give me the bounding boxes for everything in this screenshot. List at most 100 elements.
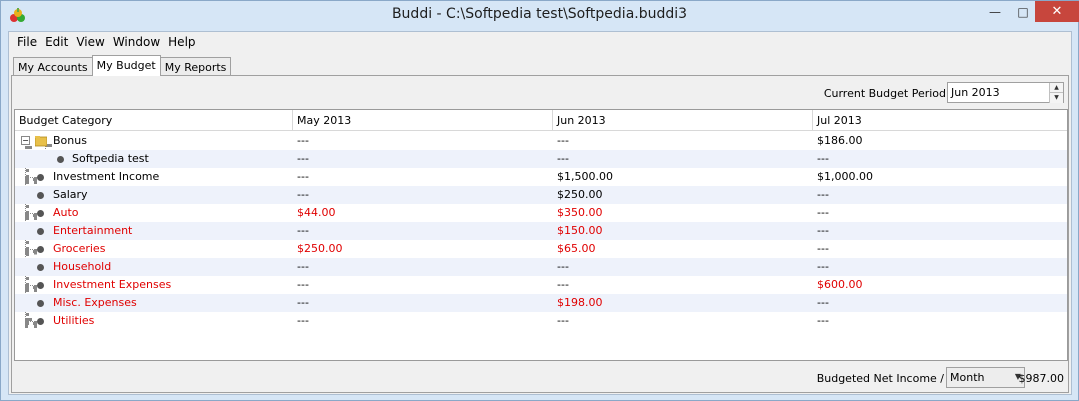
- budget-amount-cell[interactable]: ---: [297, 224, 309, 237]
- net-income-period-value[interactable]: Month: [950, 371, 984, 384]
- menu-help[interactable]: Help: [164, 35, 199, 49]
- menu-edit[interactable]: Edit: [41, 35, 72, 49]
- budget-amount-cell[interactable]: $186.00: [817, 134, 863, 147]
- table-row[interactable]: Auto $44.00 $350.00 ---: [15, 204, 1067, 222]
- menu-view[interactable]: View: [72, 35, 108, 49]
- spin-up-icon[interactable]: ▲: [1049, 83, 1063, 93]
- table-row[interactable]: Salary --- $250.00 ---: [15, 186, 1067, 204]
- budget-amount-cell[interactable]: ---: [817, 152, 829, 165]
- budget-amount-cell[interactable]: ---: [297, 170, 309, 183]
- category-name[interactable]: Investment Income: [53, 170, 159, 183]
- category-name[interactable]: Utilities: [53, 314, 94, 327]
- category-bullet-icon: [57, 156, 64, 163]
- category-name[interactable]: Misc. Expenses: [53, 296, 137, 309]
- category-name[interactable]: Entertainment: [53, 224, 132, 237]
- budget-amount-cell[interactable]: $600.00: [817, 278, 863, 291]
- budget-amount-cell[interactable]: ---: [557, 260, 569, 273]
- budget-amount-cell[interactable]: ---: [557, 134, 569, 147]
- budget-amount-cell[interactable]: ---: [297, 260, 309, 273]
- budget-period-spinner[interactable]: Jun 2013 ▲ ▼: [947, 82, 1064, 103]
- budget-amount-cell[interactable]: ---: [817, 314, 829, 327]
- category-name[interactable]: Salary: [53, 188, 88, 201]
- budget-amount-cell[interactable]: $65.00: [557, 242, 596, 255]
- budget-period-label: Current Budget Period: [823, 87, 946, 100]
- budget-amount-cell[interactable]: ---: [817, 206, 829, 219]
- category-bullet-icon: [37, 174, 44, 181]
- category-name[interactable]: Bonus: [53, 134, 87, 147]
- category-bullet-icon: [37, 282, 44, 289]
- budget-amount-cell[interactable]: $44.00: [297, 206, 336, 219]
- budget-amount-cell[interactable]: ---: [297, 278, 309, 291]
- table-row[interactable]: Investment Expenses --- --- $600.00: [15, 276, 1067, 294]
- maximize-button[interactable]: □: [1009, 1, 1037, 22]
- table-row[interactable]: Utilities --- --- ---: [15, 312, 1067, 330]
- category-bullet-icon: [37, 228, 44, 235]
- budget-amount-cell[interactable]: ---: [297, 296, 309, 309]
- category-name[interactable]: Softpedia test: [72, 152, 149, 165]
- table-row[interactable]: Investment Income --- $1,500.00 $1,000.00: [15, 168, 1067, 186]
- table-row[interactable]: Entertainment --- $150.00 ---: [15, 222, 1067, 240]
- app-window: Buddi - C:\Softpedia test\Softpedia.budd…: [0, 0, 1079, 401]
- table-row[interactable]: Misc. Expenses --- $198.00 ---: [15, 294, 1067, 312]
- tab-my-reports[interactable]: My Reports: [159, 57, 232, 76]
- category-name[interactable]: Groceries: [53, 242, 105, 255]
- table-header: Budget Category May 2013 Jun 2013 Jul 20…: [15, 110, 1067, 131]
- category-bullet-icon: [37, 318, 44, 325]
- budget-table: Budget Category May 2013 Jun 2013 Jul 20…: [14, 109, 1068, 361]
- menu-window[interactable]: Window: [109, 35, 164, 49]
- budget-amount-cell[interactable]: ---: [817, 188, 829, 201]
- budget-amount-cell[interactable]: $1,000.00: [817, 170, 873, 183]
- table-row[interactable]: Groceries $250.00 $65.00 ---: [15, 240, 1067, 258]
- budget-period-value[interactable]: Jun 2013: [951, 86, 1000, 99]
- table-row[interactable]: − Bonus --- --- $186.00: [15, 132, 1067, 150]
- budget-panel: Current Budget Period Jun 2013 ▲ ▼ Budge…: [11, 75, 1069, 393]
- budget-amount-cell[interactable]: $350.00: [557, 206, 603, 219]
- client-area: File Edit View Window Help My Accounts M…: [8, 31, 1072, 395]
- category-bullet-icon: [37, 192, 44, 199]
- budget-amount-cell[interactable]: ---: [297, 134, 309, 147]
- budget-amount-cell[interactable]: ---: [817, 224, 829, 237]
- budget-amount-cell[interactable]: ---: [557, 314, 569, 327]
- spin-down-icon[interactable]: ▼: [1049, 93, 1063, 103]
- budget-amount-cell[interactable]: $1,500.00: [557, 170, 613, 183]
- category-bullet-icon: [37, 264, 44, 271]
- net-income-period-select[interactable]: Month ▼: [946, 367, 1025, 388]
- column-header-may[interactable]: May 2013: [293, 110, 553, 131]
- close-button[interactable]: ✕: [1035, 1, 1079, 22]
- folder-icon: [35, 136, 47, 147]
- menu-file[interactable]: File: [13, 35, 41, 49]
- menu-bar: File Edit View Window Help: [9, 32, 1071, 52]
- category-name[interactable]: Investment Expenses: [53, 278, 171, 291]
- collapse-icon[interactable]: −: [21, 136, 30, 145]
- column-header-jul[interactable]: Jul 2013: [813, 110, 1069, 131]
- column-header-jun[interactable]: Jun 2013: [553, 110, 813, 131]
- budget-amount-cell[interactable]: ---: [297, 314, 309, 327]
- budget-amount-cell[interactable]: $250.00: [557, 188, 603, 201]
- tab-my-accounts[interactable]: My Accounts: [13, 57, 93, 76]
- budget-amount-cell[interactable]: ---: [557, 278, 569, 291]
- title-bar[interactable]: Buddi - C:\Softpedia test\Softpedia.budd…: [1, 1, 1079, 31]
- budget-amount-cell[interactable]: ---: [817, 242, 829, 255]
- budget-amount-cell[interactable]: $150.00: [557, 224, 603, 237]
- budget-amount-cell[interactable]: ---: [557, 152, 569, 165]
- tab-strip: My Accounts My Budget My Reports: [13, 55, 232, 76]
- category-bullet-icon: [37, 210, 44, 217]
- window-title: Buddi - C:\Softpedia test\Softpedia.budd…: [391, 6, 688, 22]
- column-header-category[interactable]: Budget Category: [15, 110, 293, 131]
- category-bullet-icon: [37, 246, 44, 253]
- budget-amount-cell[interactable]: ---: [817, 260, 829, 273]
- table-row[interactable]: Softpedia test --- --- ---: [15, 150, 1067, 168]
- budget-amount-cell[interactable]: ---: [297, 188, 309, 201]
- net-income-total: $987.00: [1018, 372, 1065, 385]
- budget-amount-cell[interactable]: ---: [817, 296, 829, 309]
- budget-amount-cell[interactable]: ---: [297, 152, 309, 165]
- category-name[interactable]: Household: [53, 260, 111, 273]
- table-row[interactable]: Household --- --- ---: [15, 258, 1067, 276]
- budget-amount-cell[interactable]: $250.00: [297, 242, 343, 255]
- budget-amount-cell[interactable]: $198.00: [557, 296, 603, 309]
- tab-my-budget[interactable]: My Budget: [91, 55, 161, 76]
- category-name[interactable]: Auto: [53, 206, 79, 219]
- minimize-button[interactable]: —: [981, 1, 1009, 22]
- category-bullet-icon: [37, 300, 44, 307]
- net-income-label: Budgeted Net Income /: [816, 372, 944, 385]
